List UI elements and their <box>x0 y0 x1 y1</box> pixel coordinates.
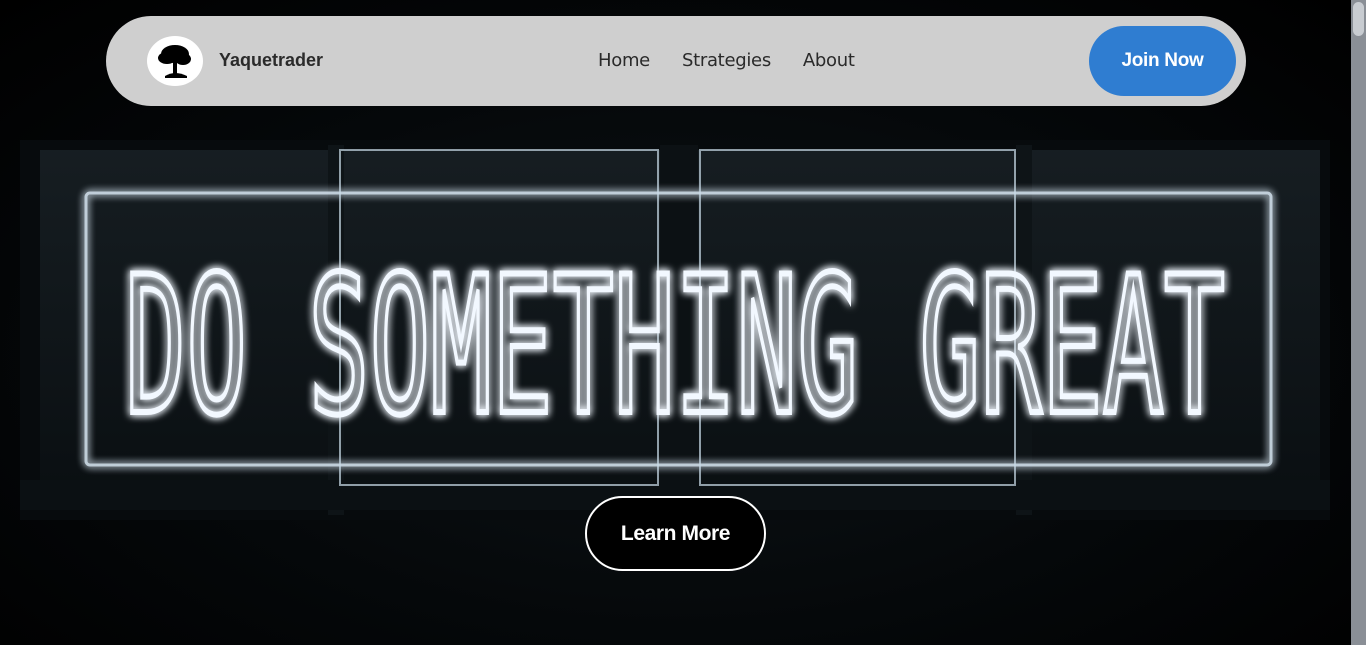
tree-icon[interactable] <box>147 36 203 86</box>
scrollbar-thumb[interactable] <box>1353 2 1364 36</box>
navbar: Yaquetrader Home Strategies About Join N… <box>106 16 1246 106</box>
nav-link-home[interactable]: Home <box>598 50 650 71</box>
neon-text: DO SOMETHING GREAT <box>125 236 1225 457</box>
learn-more-button[interactable]: Learn More <box>585 496 766 571</box>
nav-links: Home Strategies About <box>598 50 855 71</box>
brand-name[interactable]: Yaquetrader <box>219 50 323 71</box>
nav-link-about[interactable]: About <box>803 50 855 71</box>
scrollbar[interactable] <box>1351 0 1366 645</box>
join-now-button[interactable]: Join Now <box>1089 26 1236 96</box>
nav-link-strategies[interactable]: Strategies <box>682 50 771 71</box>
